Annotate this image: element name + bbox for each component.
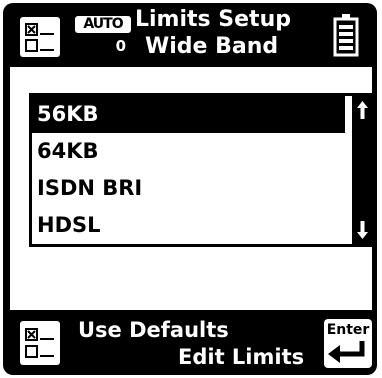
content-area: 56KB 64KB ISDN BRI HDSL [10,67,376,310]
list-scrollbar[interactable] [352,96,373,244]
battery-icon [333,13,359,57]
enter-arrow-icon [328,341,365,363]
checkbox-toggle-icon[interactable] [20,321,60,365]
list-item[interactable]: 56KB [32,96,345,133]
auto-value: 0 [115,37,126,55]
screen-subtitle: Wide Band [145,34,279,59]
auto-label: AUTO [75,16,131,33]
footer-bar: Use Defaults Edit Limits Enter [3,313,377,375]
use-defaults-label[interactable]: Use Defaults [78,317,229,343]
screen-title: Limits Setup [135,7,291,32]
auto-indicator: AUTO 0 [75,16,131,57]
enter-label: Enter [326,322,370,338]
edit-limits-label[interactable]: Edit Limits [178,344,304,370]
option-list[interactable]: 56KB 64KB ISDN BRI HDSL [29,93,376,247]
list-item[interactable]: HDSL [32,207,345,244]
list-item[interactable]: ISDN BRI [32,170,345,207]
checkbox-toggle-icon[interactable] [20,17,60,57]
device-screen: AUTO 0 Limits Setup Wide Band 56KB 64KB … [3,3,377,375]
enter-button[interactable]: Enter [324,319,372,368]
arrow-up-icon[interactable] [352,98,373,122]
header-bar: AUTO 0 Limits Setup Wide Band [3,3,377,65]
list-item[interactable]: 64KB [32,133,345,170]
arrow-down-icon[interactable] [352,218,373,242]
